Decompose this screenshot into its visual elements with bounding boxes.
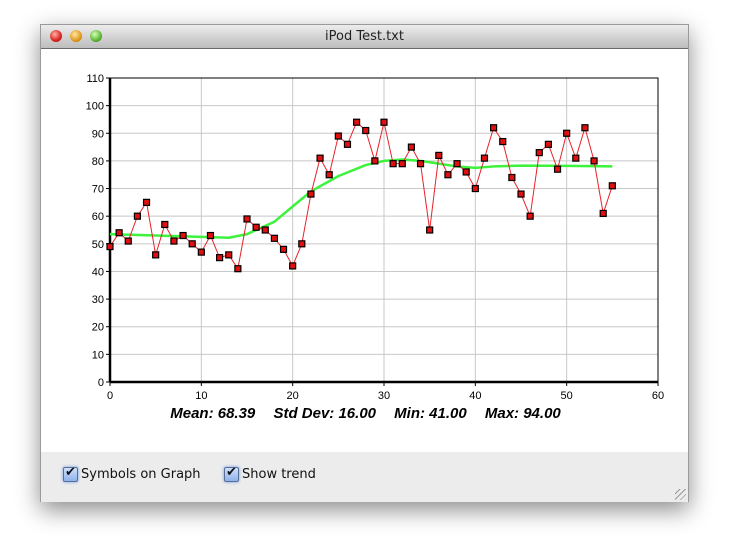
data-point [152, 251, 160, 259]
data-point [517, 190, 525, 198]
data-point [298, 240, 306, 248]
resize-grip-icon[interactable] [675, 489, 686, 500]
data-point [563, 129, 571, 137]
y-tick-label: 30 [92, 294, 104, 306]
data-point [416, 160, 425, 168]
data-point [462, 168, 470, 176]
symbols-label: Symbols on Graph [81, 467, 201, 482]
data-point [179, 231, 187, 240]
stat-std-dev: Std Dev: 16.00 [273, 405, 376, 422]
data-point [206, 231, 215, 240]
data-point [426, 226, 434, 234]
data-point [581, 124, 589, 132]
data-point [362, 126, 370, 135]
data-point [480, 154, 489, 162]
y-tick-label: 0 [98, 377, 104, 389]
data-point [216, 254, 224, 262]
data-point [170, 237, 178, 245]
data-point [115, 229, 123, 237]
stat-max: Max: 94.00 [484, 405, 561, 422]
trend-checkbox[interactable]: Show trend [224, 465, 316, 482]
stats-line: Mean: 68.39 Std Dev: 16.00 Min: 41.00 Ma… [41, 405, 690, 422]
data-point [334, 132, 342, 140]
data-point [225, 251, 233, 259]
data-point [608, 182, 616, 190]
symbols-checkbox[interactable]: Symbols on Graph [63, 465, 201, 482]
checkbox-checked-icon[interactable] [224, 465, 239, 482]
y-tick-label: 20 [92, 322, 104, 334]
x-tick-label: 20 [287, 390, 299, 399]
window: iPod Test.txt 0 10 20 30 40 50 60 70 80 90 100 110 0… [40, 24, 689, 502]
data-point [133, 212, 142, 220]
y-tick-label: 70 [92, 184, 104, 196]
data-point [188, 240, 196, 248]
data-point [289, 262, 297, 270]
y-tick-label: 90 [92, 128, 104, 140]
data-point [106, 242, 114, 251]
x-tick-label: 50 [561, 390, 573, 399]
data-point [572, 154, 580, 162]
title-bar[interactable]: iPod Test.txt [41, 25, 688, 49]
data-point [407, 143, 415, 151]
data-point [316, 154, 324, 162]
window-title: iPod Test.txt [325, 29, 404, 44]
data-point [353, 118, 361, 126]
data-point [389, 160, 397, 168]
data-point [307, 190, 315, 198]
data-point [243, 215, 251, 223]
x-tick-label: 0 [107, 390, 113, 399]
data-point [161, 220, 169, 229]
data-point [124, 237, 132, 245]
data-point [197, 248, 205, 256]
data-point [398, 160, 406, 168]
y-tick-label: 100 [86, 101, 104, 113]
data-point [435, 151, 443, 159]
x-tick-label: 40 [469, 390, 481, 399]
data-point [526, 212, 534, 220]
x-tick-label: 30 [378, 390, 390, 399]
data-point [142, 198, 151, 206]
y-tick-label: 110 [86, 73, 104, 85]
data-point [499, 137, 507, 146]
data-point [343, 140, 352, 148]
stat-min: Min: 41.00 [394, 405, 467, 422]
data-point [535, 149, 543, 157]
trend-label: Show trend [242, 467, 316, 482]
y-tick-label: 80 [92, 156, 104, 168]
data-point [371, 157, 379, 165]
data-point [325, 171, 333, 179]
y-tick-label: 40 [92, 266, 104, 278]
data-point [471, 184, 479, 193]
data-point [270, 234, 278, 242]
data-point [234, 265, 242, 273]
data-point [599, 209, 607, 218]
stat-mean: Mean: 68.39 [170, 405, 256, 422]
data-point [553, 165, 562, 173]
data-point [544, 140, 552, 148]
y-tick-label: 60 [92, 211, 104, 223]
data-point [453, 160, 461, 168]
checkbox-checked-icon[interactable] [63, 465, 78, 482]
data-point [490, 124, 498, 132]
data-point [261, 226, 269, 234]
y-tick-label: 50 [92, 239, 104, 251]
x-tick-label: 60 [652, 390, 664, 399]
data-point [508, 173, 516, 182]
data-point [279, 245, 288, 253]
chart: 0 10 20 30 40 50 60 70 80 90 100 110 0 10 20 30 40 50 60 [86, 73, 664, 399]
x-tick-label: 10 [195, 390, 207, 399]
y-tick-label: 10 [92, 349, 104, 361]
data-point [380, 118, 388, 126]
data-point [590, 157, 598, 165]
data-point [444, 171, 452, 179]
data-point [252, 223, 260, 231]
options-panel: Symbols on Graph Show trend [41, 452, 688, 502]
